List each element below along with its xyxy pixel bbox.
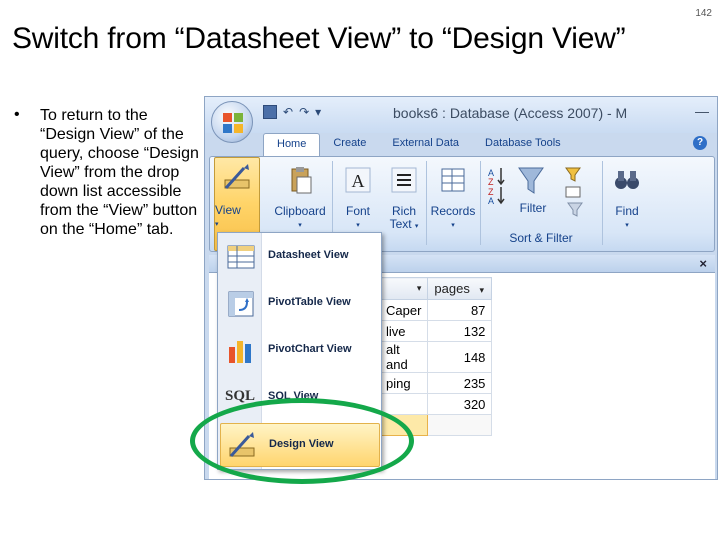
column-dropdown-icon[interactable]: ▾ (417, 283, 422, 294)
quick-access-toolbar: ↶ ↷ ▾ (263, 105, 321, 119)
column-header-pages-text: pages (434, 281, 470, 296)
pivottable-icon (228, 291, 254, 317)
menu-item-label: PivotChart View (268, 343, 352, 355)
title-bar: ↶ ↷ ▾ books6 : Database (Access 2007) - … (205, 97, 717, 133)
column-header-title[interactable]: ▾ (378, 277, 429, 300)
table-cell[interactable] (378, 393, 429, 415)
tab-external-data[interactable]: External Data (379, 133, 472, 157)
table-cell[interactable]: 87 (427, 299, 493, 321)
filter-funnel-icon (518, 167, 544, 194)
svg-text:A: A (488, 196, 494, 205)
save-icon[interactable] (263, 105, 277, 119)
group-divider (426, 161, 427, 245)
undo-icon[interactable]: ↶ (283, 105, 293, 119)
table-row[interactable]: Caper 87 (378, 299, 493, 321)
table-cell[interactable]: 235 (427, 372, 493, 394)
rich-text-label-line2: Text ▾ (382, 218, 426, 233)
sort-ascending-icon[interactable]: A Z Z A (486, 165, 508, 205)
clipboard-label: Clipboard (274, 204, 326, 218)
table-row[interactable]: alt and 148 (378, 341, 493, 373)
records-caret-icon: ▾ (451, 222, 455, 229)
help-icon[interactable]: ? (693, 136, 707, 150)
table-cell[interactable] (427, 414, 493, 436)
filter-label[interactable]: Filter (510, 201, 556, 215)
filter-options-icon[interactable] (562, 165, 592, 221)
qat-more-icon[interactable]: ▾ (315, 105, 321, 119)
datasheet-icon (227, 245, 255, 269)
svg-text:Z: Z (488, 177, 494, 187)
table-row[interactable]: ping 235 (378, 372, 493, 394)
tab-home[interactable]: Home (263, 133, 321, 157)
close-icon[interactable]: × (699, 256, 707, 271)
datasheet-grid: ▾ pages ▾ Caper 87 live 132 alt and 148 pin… (378, 277, 493, 436)
table-row[interactable]: 320 (378, 393, 493, 415)
bullet-text: To return to the “Design View” of the qu… (40, 107, 199, 238)
find-label: Find (615, 204, 639, 218)
window-controls: — (695, 103, 709, 119)
page-number: 142 (695, 8, 712, 19)
rich-text-caret-icon: ▾ (414, 223, 419, 230)
clipboard-caret-icon: ▾ (298, 222, 302, 229)
find-caret-icon: ▾ (625, 222, 629, 229)
svg-text:A: A (352, 171, 365, 191)
office-logo-icon (223, 113, 243, 133)
records-label: Records (430, 204, 476, 218)
rich-text-label: Rich Text ▾ (382, 205, 426, 233)
table-row[interactable]: live 132 (378, 320, 493, 342)
paste-icon (291, 167, 312, 194)
tab-database-tools[interactable]: Database Tools (472, 133, 574, 157)
group-divider (602, 161, 603, 245)
column-header-pages[interactable]: pages ▾ (427, 277, 493, 300)
rich-text-group[interactable]: Rich Text ▾ (382, 161, 426, 249)
tab-create[interactable]: Create (320, 133, 379, 157)
menu-item-datasheet-view[interactable]: Datasheet View (220, 235, 380, 279)
table-cell[interactable]: ping (378, 372, 429, 394)
group-divider (480, 161, 481, 245)
pivotchart-icon (229, 341, 251, 363)
menu-item-label: PivotTable View (268, 296, 351, 308)
table-cell[interactable]: Caper (378, 299, 429, 321)
menu-item-label: Datasheet View (268, 249, 349, 261)
highlight-circle (190, 398, 414, 484)
slide-title: Switch from “Datasheet View” to “Design … (12, 22, 626, 55)
menu-item-pivottable-view[interactable]: PivotTable View (220, 282, 380, 326)
menu-item-pivotchart-view[interactable]: PivotChart View (220, 329, 380, 373)
design-ruler-icon (224, 164, 250, 190)
view-button-label: View (215, 203, 241, 217)
bullet-marker: • (14, 106, 20, 123)
table-cell[interactable]: 320 (427, 393, 493, 415)
redo-icon[interactable]: ↷ (299, 105, 309, 119)
font-caret-icon: ▾ (356, 222, 360, 229)
font-icon: A (345, 167, 371, 193)
window-title: books6 : Database (Access 2007) - M (393, 105, 628, 121)
table-cell[interactable]: alt and (378, 341, 429, 373)
rich-text-label-text: Text (389, 217, 412, 231)
rich-text-icon (391, 167, 417, 193)
table-cell[interactable]: 148 (427, 341, 493, 373)
records-group[interactable]: Records ▾ (428, 161, 478, 249)
office-button[interactable] (211, 101, 253, 143)
find-group[interactable]: Find ▾ (604, 161, 650, 249)
column-dropdown-icon[interactable]: ▾ (479, 285, 484, 295)
table-cell[interactable]: live (378, 320, 429, 342)
binoculars-icon (615, 171, 639, 189)
font-label: Font (345, 204, 370, 218)
table-cell[interactable]: 132 (427, 320, 493, 342)
view-caret-icon: ▾ (215, 221, 219, 228)
sort-filter-label: Sort & Filter (509, 231, 573, 245)
records-icon (441, 168, 465, 192)
bullet-point: • To return to the “Design View” of the … (14, 106, 204, 239)
minimize-button[interactable]: — (695, 103, 709, 119)
ribbon-tabs: Home Create External Data Database Tools (263, 133, 574, 157)
sort-filter-group: A Z Z A Filter Sort & Filter (482, 161, 600, 249)
